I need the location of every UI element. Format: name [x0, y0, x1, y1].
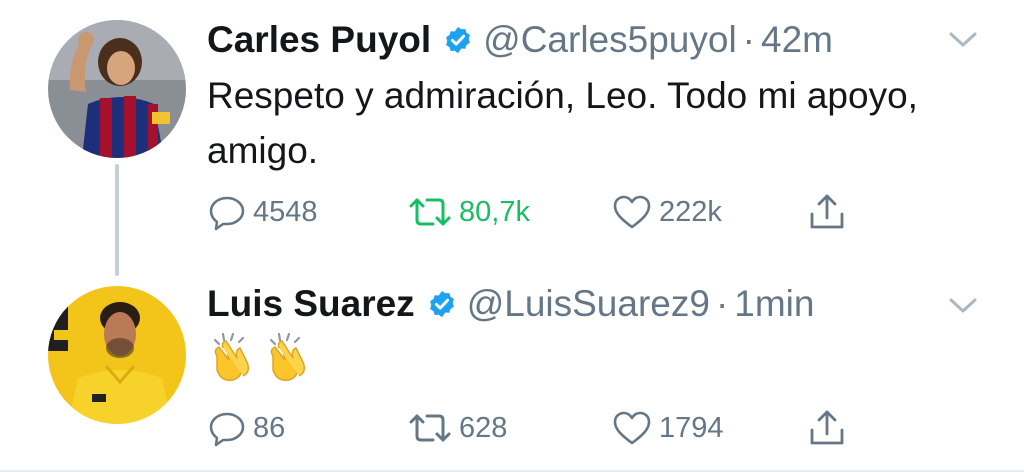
clapping-hands-icon	[213, 332, 250, 382]
like-count: 1794	[659, 411, 724, 444]
avatar[interactable]	[48, 286, 186, 424]
avatar-photo-icon	[48, 20, 186, 158]
thread-connector	[115, 164, 119, 276]
reply-count: 86	[253, 411, 286, 444]
like-icon	[613, 195, 651, 229]
tweet-puyol[interactable]: Carles Puyol @Carles5puyol · 42m Respeto…	[0, 0, 1024, 276]
share-button[interactable]	[807, 192, 847, 232]
clapping-hands-icon	[269, 332, 306, 382]
timestamp[interactable]: 42m	[761, 19, 833, 61]
tweet-header: Carles Puyol @Carles5puyol · 42m	[207, 16, 984, 64]
tweet-text	[207, 330, 309, 382]
separator: ·	[742, 19, 755, 60]
share-icon	[810, 194, 844, 229]
share-button[interactable]	[807, 408, 847, 448]
display-name[interactable]: Luis Suarez	[207, 283, 415, 325]
verified-badge-icon	[427, 289, 457, 319]
retweet-button[interactable]: 80,7k	[407, 192, 530, 232]
tweet-suarez[interactable]: Luis Suarez @LuisSuarez9 · 1min 86 628 1…	[0, 262, 1024, 472]
share-icon	[810, 410, 844, 445]
action-bar: 86 628 1794	[207, 408, 867, 448]
separator: ·	[715, 283, 729, 324]
reply-button[interactable]: 4548	[207, 192, 318, 232]
handle[interactable]: @Carles5puyol	[483, 19, 737, 61]
verified-badge-icon	[443, 25, 473, 55]
like-icon	[613, 411, 651, 445]
action-bar: 4548 80,7k 222k	[207, 192, 867, 232]
retweet-icon	[409, 414, 451, 442]
reply-button[interactable]: 86	[207, 408, 285, 448]
avatar-photo-icon	[48, 286, 186, 424]
reply-icon	[209, 196, 245, 231]
retweet-count: 80,7k	[459, 195, 530, 228]
like-button[interactable]: 222k	[611, 192, 722, 232]
retweet-button[interactable]: 628	[407, 408, 507, 448]
timestamp[interactable]: 1min	[734, 283, 814, 325]
chevron-down-icon[interactable]	[948, 30, 978, 50]
display-name[interactable]: Carles Puyol	[207, 19, 431, 61]
chevron-down-icon[interactable]	[948, 296, 978, 316]
tweet-header: Luis Suarez @LuisSuarez9 · 1min	[207, 280, 984, 328]
retweet-icon	[409, 198, 451, 226]
tweet-text: Respeto y admiración, Leo. Todo mi apoyo…	[207, 75, 918, 171]
avatar[interactable]	[48, 20, 186, 158]
reply-icon	[209, 412, 245, 447]
like-button[interactable]: 1794	[611, 408, 724, 448]
like-count: 222k	[659, 195, 722, 228]
handle[interactable]: @LuisSuarez9	[467, 283, 710, 325]
reply-count: 4548	[253, 195, 318, 228]
retweet-count: 628	[459, 411, 508, 444]
